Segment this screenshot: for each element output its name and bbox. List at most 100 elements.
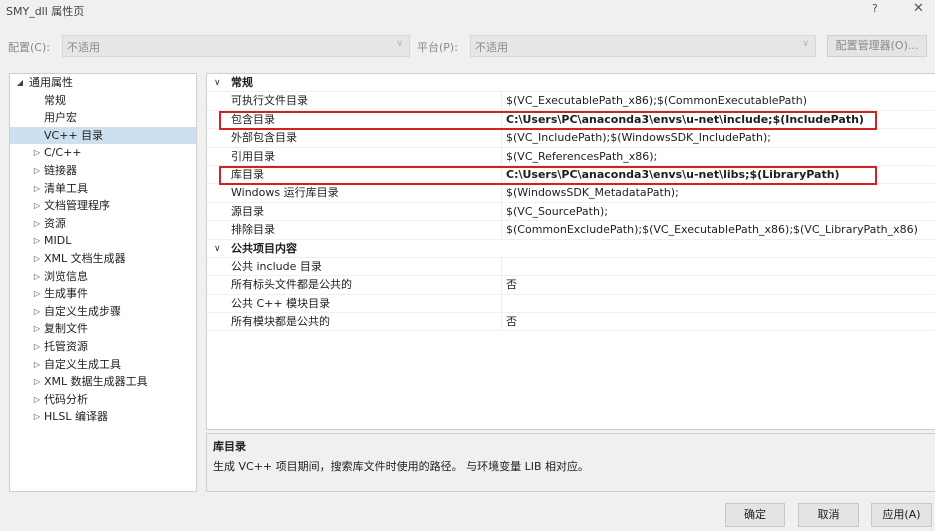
tree-item-common-properties[interactable]: ◢ 通用属性: [10, 74, 196, 92]
tree-item-label: XML 文档生成器: [44, 251, 126, 265]
expand-arrow-icon[interactable]: ▷: [30, 320, 44, 338]
tree-item-label: 浏览信息: [44, 269, 88, 283]
property-name: 包含目录: [231, 112, 275, 126]
cancel-button[interactable]: 取消: [798, 503, 859, 527]
tree-item-label: MIDL: [44, 234, 72, 248]
property-value[interactable]: C:\Users\PC\anaconda3\envs\u-net\libs;$(…: [506, 166, 840, 184]
tree-item-label: HLSL 编译器: [44, 410, 109, 424]
help-button[interactable]: ?: [872, 2, 878, 15]
platform-dropdown[interactable]: 不适用 ∨: [470, 35, 816, 57]
expand-arrow-icon[interactable]: ▷: [30, 144, 44, 162]
expand-arrow-icon[interactable]: ▷: [30, 250, 44, 268]
property-value[interactable]: $(VC_SourcePath);: [506, 203, 608, 221]
property-value[interactable]: $(VC_ReferencesPath_x86);: [506, 148, 657, 166]
tree-item-label: 复制文件: [44, 322, 88, 336]
expand-arrow-icon[interactable]: ▷: [30, 373, 44, 391]
expand-arrow-icon[interactable]: ▷: [30, 338, 44, 356]
expand-arrow-icon[interactable]: ▷: [30, 232, 44, 250]
category-label: 常规: [231, 76, 253, 89]
expand-arrow-icon[interactable]: ▷: [30, 285, 44, 303]
tree-item-label: 常规: [44, 93, 66, 107]
configuration-manager-button[interactable]: 配置管理器(O)...: [827, 35, 927, 57]
title-bar: SMY_dll 属性页 ? ✕: [0, 0, 935, 22]
tree-item-document-manager[interactable]: ▷ 文档管理程序: [10, 197, 196, 215]
expand-arrow-icon[interactable]: ▷: [30, 197, 44, 215]
tree-item-custom-build-tool[interactable]: ▷ 自定义生成工具: [10, 356, 196, 374]
tree-item-manifest-tool[interactable]: ▷ 清单工具: [10, 180, 196, 198]
config-label: 配置(C):: [8, 41, 50, 54]
tree-item-resources[interactable]: ▷ 资源: [10, 215, 196, 233]
tree-item-managed-resources[interactable]: ▷ 托管资源: [10, 338, 196, 356]
expand-arrow-icon[interactable]: ▷: [30, 303, 44, 321]
property-value[interactable]: 否: [506, 276, 517, 294]
apply-button[interactable]: 应用(A): [871, 503, 932, 527]
property-row[interactable]: 外部包含目录 $(VC_IncludePath);$(WindowsSDK_Inc…: [207, 129, 935, 148]
property-value[interactable]: C:\Users\PC\anaconda3\envs\u-net\include…: [506, 111, 864, 129]
property-row[interactable]: 公共 C++ 模块目录: [207, 294, 935, 314]
property-row[interactable]: 引用目录 $(VC_ReferencesPath_x86);: [207, 147, 935, 166]
expand-arrow-icon[interactable]: ▷: [30, 268, 44, 286]
property-row[interactable]: 排除目录 $(CommonExcludePath);$(VC_Executable…: [207, 221, 935, 240]
tree-item-xml-doc-generator[interactable]: ▷ XML 文档生成器: [10, 250, 196, 268]
chevron-down-icon: ∨: [802, 39, 809, 49]
property-grid[interactable]: ∨ 常规 可执行文件目录 $(VC_ExecutablePath_x86);$(C…: [206, 73, 935, 430]
tree-item-user-macros[interactable]: 用户宏: [10, 109, 196, 127]
property-row[interactable]: 源目录 $(VC_SourcePath);: [207, 202, 935, 222]
category-public-project-content[interactable]: ∨ 公共项目内容: [207, 240, 935, 258]
ok-button[interactable]: 确定: [725, 503, 785, 527]
property-row[interactable]: Windows 运行库目录 $(WindowsSDK_MetadataPath);: [207, 184, 935, 203]
property-row[interactable]: 库目录 C:\Users\PC\anaconda3\envs\u-net\libs…: [207, 165, 935, 185]
window-title: SMY_dll 属性页: [6, 5, 85, 18]
expand-arrow-icon[interactable]: ▷: [30, 356, 44, 374]
expand-triangle-icon[interactable]: ◢: [13, 74, 27, 92]
config-dropdown[interactable]: 不适用 ∨: [62, 35, 410, 57]
configuration-bar: 配置(C): 不适用 ∨ 平台(P): 不适用 ∨ 配置管理器(O)...: [0, 30, 935, 62]
expand-arrow-icon[interactable]: ▷: [30, 215, 44, 233]
property-row[interactable]: 公共 include 目录: [207, 257, 935, 277]
tree-item-vc-directories[interactable]: VC++ 目录: [10, 126, 196, 145]
property-name: 公共 C++ 模块目录: [231, 296, 331, 310]
tree-item-copy-file[interactable]: ▷ 复制文件: [10, 320, 196, 338]
tree-item-label: 自定义生成工具: [44, 357, 121, 371]
tree-item-label: 代码分析: [44, 392, 88, 406]
property-row[interactable]: 所有模块都是公共的 否: [207, 313, 935, 332]
category-general[interactable]: ∨ 常规: [207, 74, 935, 93]
property-row[interactable]: 可执行文件目录 $(VC_ExecutablePath_x86);$(Common…: [207, 92, 935, 111]
tree-item-hlsl-compiler[interactable]: ▷ HLSL 编译器: [10, 408, 196, 426]
close-icon[interactable]: ✕: [913, 1, 924, 16]
property-name: 排除目录: [231, 223, 275, 237]
tree-item-code-analysis[interactable]: ▷ 代码分析: [10, 391, 196, 409]
property-name: 所有标头文件都是公共的: [231, 278, 352, 292]
property-name: Windows 运行库目录: [231, 186, 339, 200]
property-row[interactable]: 所有标头文件都是公共的 否: [207, 276, 935, 295]
tree-item-custom-build-step[interactable]: ▷ 自定义生成步骤: [10, 303, 196, 321]
property-value[interactable]: $(CommonExcludePath);$(VC_ExecutablePath…: [506, 221, 918, 239]
tree-item-c-cpp[interactable]: ▷ C/C++: [10, 144, 196, 162]
tree-item-general[interactable]: 常规: [10, 92, 196, 110]
tree-item-xml-data-generator[interactable]: ▷ XML 数据生成器工具: [10, 373, 196, 391]
tree-item-build-events[interactable]: ▷ 生成事件: [10, 285, 196, 303]
tree-item-label: VC++ 目录: [44, 128, 104, 142]
property-name: 公共 include 目录: [231, 259, 322, 273]
expand-arrow-icon[interactable]: ▷: [30, 162, 44, 180]
property-value[interactable]: $(VC_ExecutablePath_x86);$(CommonExecuta…: [506, 92, 807, 110]
tree-item-label: 文档管理程序: [44, 199, 110, 213]
tree-item-midl[interactable]: ▷ MIDL: [10, 232, 196, 250]
property-value[interactable]: $(WindowsSDK_MetadataPath);: [506, 184, 679, 202]
expand-arrow-icon[interactable]: ▷: [30, 408, 44, 426]
tree-item-browse-info[interactable]: ▷ 浏览信息: [10, 268, 196, 286]
property-tree[interactable]: ◢ 通用属性 常规 用户宏 VC++ 目录 ▷ C/C++ ▷ 链接器 ▷ 清单…: [9, 73, 197, 492]
tree-item-linker[interactable]: ▷ 链接器: [10, 162, 196, 180]
expand-arrow-icon[interactable]: ▷: [30, 391, 44, 409]
collapse-chevron-icon[interactable]: ∨: [214, 74, 221, 92]
tree-item-label: 清单工具: [44, 181, 88, 195]
description-pane: 库目录 生成 VC++ 项目期间，搜索库文件时使用的路径。 与环境变量 LIB …: [206, 433, 935, 492]
expand-arrow-icon[interactable]: ▷: [30, 180, 44, 198]
property-name: 库目录: [231, 167, 264, 181]
property-row[interactable]: 包含目录 C:\Users\PC\anaconda3\envs\u-net\inc…: [207, 110, 935, 130]
collapse-chevron-icon[interactable]: ∨: [214, 240, 221, 258]
description-title: 库目录: [213, 440, 246, 453]
property-name: 源目录: [231, 204, 264, 218]
property-value[interactable]: $(VC_IncludePath);$(WindowsSDK_IncludePa…: [506, 129, 771, 147]
property-value[interactable]: 否: [506, 313, 517, 331]
